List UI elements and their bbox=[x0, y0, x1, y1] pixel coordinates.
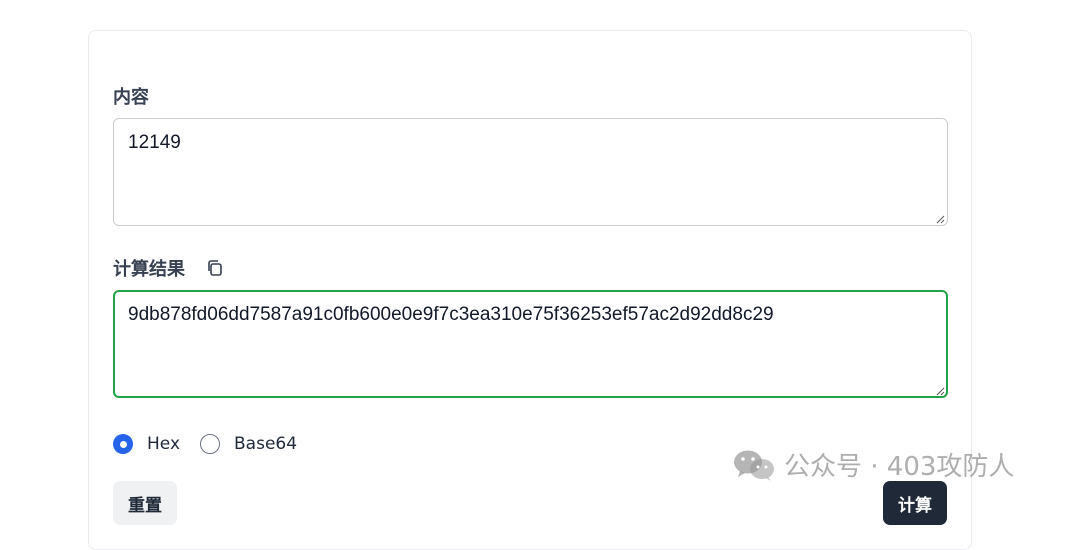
radio-unselected-icon[interactable] bbox=[200, 434, 221, 454]
resize-handle-icon[interactable] bbox=[936, 215, 945, 224]
radio-hex-label: Hex bbox=[147, 434, 181, 454]
wechat-logo-icon bbox=[734, 450, 774, 481]
radio-base64[interactable]: Base64 bbox=[200, 434, 297, 454]
content-label: 内容 bbox=[113, 87, 149, 108]
copy-icon[interactable] bbox=[205, 258, 225, 278]
resize-handle-icon[interactable] bbox=[936, 387, 945, 396]
watermark-text: 公众号 · 403攻防人 bbox=[784, 452, 1015, 482]
radio-hex[interactable]: Hex bbox=[113, 434, 180, 454]
radio-selected-icon[interactable] bbox=[113, 434, 133, 454]
reset-button[interactable]: 重置 bbox=[113, 481, 177, 525]
encoding-radio-group: Hex Base64 bbox=[113, 434, 317, 454]
calculate-button[interactable]: 计算 bbox=[883, 481, 947, 525]
content-input[interactable]: 12149 bbox=[113, 118, 948, 226]
result-label-row: 计算结果 bbox=[113, 255, 225, 281]
radio-base64-label: Base64 bbox=[234, 434, 298, 454]
result-label: 计算结果 bbox=[113, 259, 185, 280]
watermark: 公众号 · 403攻防人 bbox=[732, 446, 1014, 483]
result-output[interactable]: 9db878fd06dd7587a91c0fb600e0e9f7c3ea310e… bbox=[113, 290, 948, 398]
